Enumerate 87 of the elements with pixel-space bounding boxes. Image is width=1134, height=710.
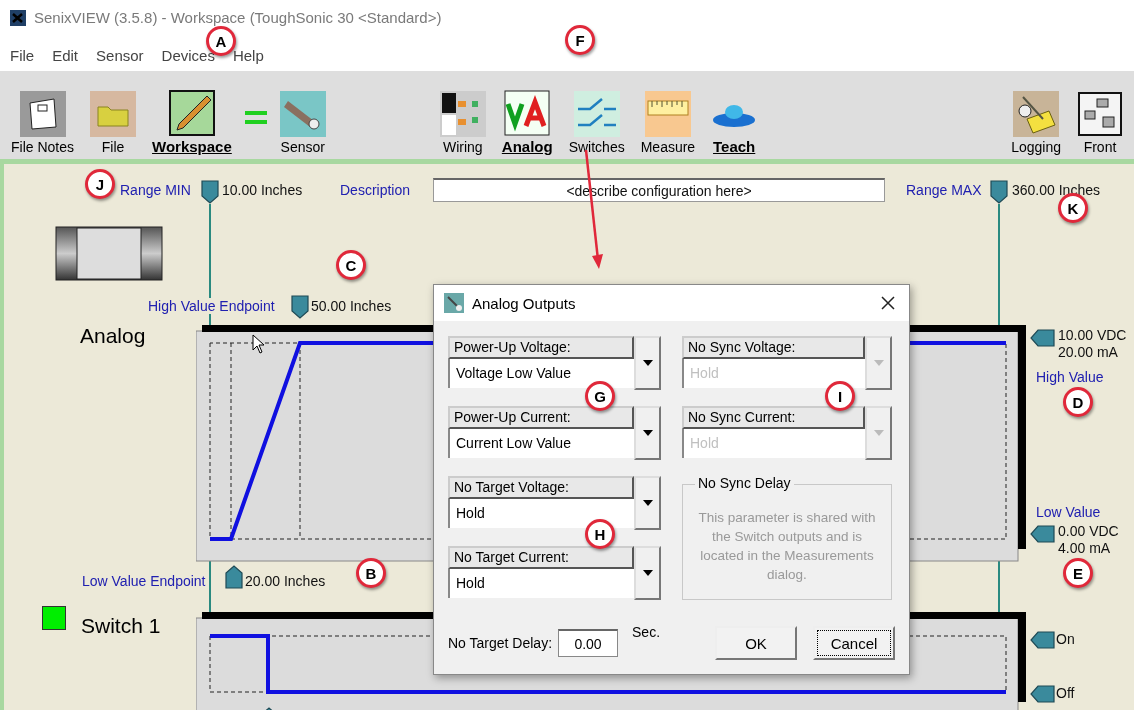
dropdown-button[interactable] <box>634 406 661 460</box>
toolbar-button[interactable]: Analog <box>498 90 556 155</box>
range-min-marker[interactable] <box>201 180 219 204</box>
no-target-delay-field[interactable]: 0.00 <box>558 629 618 657</box>
equals-icon <box>244 111 267 125</box>
combo-value[interactable]: Voltage Low Value <box>448 359 634 388</box>
dropdown-button[interactable] <box>634 336 661 390</box>
ruler-icon <box>644 91 691 137</box>
combo-value[interactable]: Hold <box>448 499 634 528</box>
toolbar-button[interactable]: Wiring <box>436 91 489 155</box>
group-note: This parameter is shared with the Switch outputs and is located in the Measurements dialog. <box>697 509 877 584</box>
va-letters-icon <box>504 90 551 136</box>
cursor-icon <box>252 334 266 354</box>
switch-off-marker[interactable] <box>1030 685 1056 703</box>
pencil-icon <box>168 90 215 136</box>
switch-on-marker[interactable] <box>1030 631 1056 649</box>
no-target-delay-label: No Target Delay: <box>448 635 552 651</box>
high-value-marker[interactable] <box>1030 329 1056 347</box>
toolbar-button[interactable]: Workspace <box>149 90 235 155</box>
switch-on-label: On <box>1056 631 1075 647</box>
switches-icon <box>573 91 620 137</box>
low-endpoint-label: Low Value Endpoint <box>82 573 206 589</box>
cylinder-sensor-icon <box>279 91 326 137</box>
toolbar-button[interactable]: File Notes <box>8 91 78 155</box>
notepad-icon <box>19 91 66 137</box>
caret-icon <box>642 360 653 366</box>
caret-icon <box>642 500 653 506</box>
low-endpoint-marker[interactable] <box>225 565 243 589</box>
dropdown-button[interactable] <box>634 546 661 600</box>
caret-icon <box>642 430 653 436</box>
caret-icon <box>873 430 884 436</box>
hand-writing-icon <box>1013 91 1060 137</box>
range-max-value: 360.00 Inches <box>1012 182 1100 198</box>
dialog-button[interactable]: Cancel <box>813 626 895 660</box>
panel-layout-icon <box>1077 91 1123 137</box>
menu-item[interactable]: File <box>10 46 35 64</box>
range-min-value: 10.00 Inches <box>222 182 303 198</box>
combo-label: No Target Current: <box>448 546 634 569</box>
low-value-marker[interactable] <box>1030 525 1056 543</box>
dialog-title: Analog Outputs <box>472 294 577 312</box>
toolbar-button[interactable]: Front <box>1074 91 1126 155</box>
caret-icon <box>642 570 653 576</box>
combo-value[interactable]: Hold <box>448 569 634 598</box>
toolbar-button[interactable]: Sensor <box>276 91 329 155</box>
range-min-label: Range MIN <box>120 182 191 198</box>
combo-label: Power-Up Voltage: <box>448 336 634 359</box>
unit-label: Sec. <box>632 624 661 640</box>
range-max-label: Range MAX <box>906 182 982 198</box>
dialog-button[interactable]: OK <box>715 626 797 660</box>
toolbar-button[interactable]: Teach <box>708 90 761 155</box>
switch-title: Switch 1 <box>81 614 161 637</box>
analog-title: Analog <box>80 324 146 347</box>
menu-item[interactable]: Help <box>232 46 264 64</box>
high-endpoint-marker[interactable] <box>291 295 309 319</box>
switch-off-label: Off <box>1056 685 1075 701</box>
combo-label: No Target Voltage: <box>448 476 634 499</box>
menu-item[interactable]: Edit <box>52 46 79 64</box>
high-endpoint-value: 50.00 Inches <box>311 298 392 314</box>
group-title: No Sync Delay <box>695 475 794 491</box>
menu-item[interactable]: Sensor <box>96 46 144 64</box>
low-endpoint-value: 20.00 Inches <box>245 573 326 589</box>
app-icon <box>10 9 26 26</box>
description-label: Description <box>340 182 411 198</box>
combo-label: Power-Up Current: <box>448 406 634 429</box>
combo-label: No Sync Voltage: <box>682 336 866 359</box>
caret-icon <box>873 360 884 366</box>
folder-icon <box>90 91 137 137</box>
high-endpoint-label: High Value Endpoint <box>148 298 275 314</box>
toolbar-button[interactable]: Switches <box>565 91 628 155</box>
menu-item[interactable]: Devices <box>161 46 215 64</box>
combo-value[interactable]: Current Low Value <box>448 429 634 458</box>
range-max-marker[interactable] <box>990 180 1008 204</box>
toolbar-button[interactable]: Measure <box>637 91 699 155</box>
toolbar-button[interactable]: Logging <box>1008 91 1064 155</box>
combo-label: No Sync Current: <box>682 406 866 429</box>
dropdown-button[interactable] <box>865 336 892 390</box>
high-value-label: High Value <box>1036 369 1104 385</box>
low-value-label: Low Value <box>1036 504 1101 520</box>
close-icon <box>881 296 895 310</box>
dropdown-button[interactable] <box>634 476 661 530</box>
dialog-app-icon <box>444 293 464 313</box>
callout-badge: F <box>565 25 595 55</box>
toolbar-button[interactable]: File <box>87 91 140 155</box>
dropdown-button[interactable] <box>865 406 892 460</box>
wiring-icon <box>439 91 486 137</box>
switch-status-indicator <box>42 606 66 630</box>
window-title: SenixVIEW (3.5.8) - Workspace (ToughSonic 30 <Standard>) <box>34 9 442 26</box>
